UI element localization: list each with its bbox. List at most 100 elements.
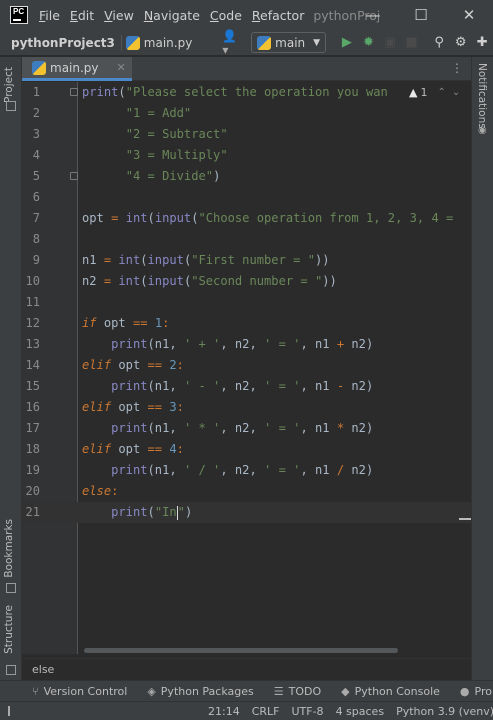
chevron-down-icon[interactable]: ⌄ [452,87,460,98]
run-icon[interactable]: ▶ [336,30,358,56]
code-line[interactable]: print(n1, ' * ', n2, ' = ', n1 * n2) [82,418,373,439]
plugin-icon[interactable]: ✚ [471,30,493,56]
inspection-count: 1 [420,86,428,99]
status-bar: 21:14 CRLF UTF-8 4 spaces Python 3.9 (ve… [0,701,493,720]
code-editor[interactable]: print("Please select the operation you w… [78,82,471,654]
line-number: 17 [25,421,40,435]
line-number: 9 [32,253,40,267]
problems-icon: ● [459,684,470,698]
code-line[interactable]: opt = int(input("Choose operation from 1… [82,208,461,229]
line-ending[interactable]: CRLF [246,705,286,718]
tool-window-label: Version Control [43,684,128,698]
tool-window-todo[interactable]: ☰ TODO [264,685,331,698]
fold-icon[interactable] [70,172,78,180]
code-line[interactable]: "4 = Divide") [82,166,221,187]
line-number: 4 [32,148,40,162]
user-icon[interactable]: 👤▾ [222,29,241,57]
breadcrumb-file[interactable]: main.py [125,35,193,50]
run-configuration-select[interactable]: main ▼ [251,32,327,53]
python-packages-icon: ◈ [147,684,156,698]
title-bar: PC File Edit View Navigate Code Refactor… [0,0,493,30]
left-tool-stripe: Project Bookmarks Structure [0,57,22,680]
code-line[interactable]: print(n1, ' - ', n2, ' = ', n1 - n2) [82,376,373,397]
line-number-gutter[interactable]: 1 2 3 4 5 6 7 8 9 10 11 12 13 14 15 16 17 18 19 20 21 [22,82,78,654]
minimize-button[interactable]: — [349,0,397,30]
editor-tab-bar: main.py ✕ ⋮ [22,57,471,81]
code-line[interactable]: elif opt == 4: [82,439,184,460]
code-line[interactable]: elif opt == 3: [82,397,184,418]
coverage-icon[interactable]: ▣ [379,30,401,56]
tab-label: main.py [50,60,99,75]
line-number: 10 [25,274,40,288]
breadcrumb-separator [120,34,122,51]
code-line[interactable]: print(n1, ' / ', n2, ' = ', n1 / n2) [82,460,373,481]
more-tabs-icon[interactable]: ⋮ [451,61,463,75]
gear-icon[interactable]: ⚙ [450,30,472,56]
bookmarks-tool-tab[interactable]: Bookmarks [3,519,15,578]
notifications-tool-tab[interactable]: Notifications [476,63,488,129]
horizontal-scrollbar[interactable] [84,648,398,653]
maximize-button[interactable]: ☐ [397,0,445,30]
caret-position[interactable]: 21:14 [202,705,246,718]
layout-toggle-icon[interactable] [8,706,10,716]
line-number: 5 [32,169,40,183]
menu-refactor[interactable]: Refactor [247,8,309,23]
menu-file[interactable]: File [34,8,65,23]
structure-icon [6,665,16,675]
right-tool-stripe: ◉ Notifications [471,57,493,680]
menu-edit[interactable]: Edit [65,8,99,23]
line-number: 12 [25,316,40,330]
breadcrumb-file-label: main.py [143,35,193,50]
tab-main-py[interactable]: main.py ✕ [22,57,132,81]
line-number: 14 [25,358,40,372]
line-number: 2 [32,106,40,120]
code-line[interactable]: else: [82,481,118,502]
chevron-up-icon[interactable]: ⌃ [437,87,445,98]
structure-tool-tab[interactable]: Structure [3,605,15,654]
tool-window-problems[interactable]: ● Proble [450,685,493,698]
version-control-icon: ⑂ [32,684,39,698]
navigation-bar: pythonProject3 main.py 👤▾ main ▼ ▶ ✹ ▣ ■… [0,29,493,57]
debug-icon[interactable]: ✹ [358,30,380,56]
close-tab-icon[interactable]: ✕ [117,61,126,74]
code-line[interactable]: print(n1, ' + ', n2, ' = ', n1 + n2) [82,334,373,355]
tool-window-python-packages[interactable]: ◈ Python Packages [137,685,263,698]
main-menu: File Edit View Navigate Code Refactor [34,8,309,23]
python-interpreter[interactable]: Python 3.9 (venv) [390,705,493,718]
warning-icon: ▲ [409,86,418,99]
tool-window-version-control[interactable]: ⑂ Version Control [0,685,137,698]
tool-window-python-console[interactable]: ◆ Python Console [331,685,450,698]
code-line[interactable]: "3 = Multiply" [82,145,228,166]
code-line[interactable]: elif opt == 2: [82,355,184,376]
breadcrumb-project[interactable]: pythonProject3 [11,36,115,50]
bookmark-icon [6,583,16,593]
line-number: 19 [25,463,40,477]
run-configuration-label: main [275,35,306,50]
code-line[interactable]: "1 = Add" [82,103,192,124]
todo-icon: ☰ [273,684,284,698]
project-tool-tab[interactable]: Project [3,67,15,103]
indent-setting[interactable]: 4 spaces [330,705,391,718]
chevron-down-icon: ▼ [313,37,321,48]
code-line[interactable]: if opt == 1: [82,313,169,334]
code-line[interactable]: print("In") [82,502,192,523]
menu-view[interactable]: View [99,8,139,23]
close-button[interactable]: ✕ [445,0,493,30]
code-line[interactable]: n1 = int(input("First number = ")) [82,250,330,271]
file-encoding[interactable]: UTF-8 [285,705,329,718]
search-icon[interactable]: ⚲ [428,30,450,56]
python-console-icon: ◆ [341,684,350,698]
menu-navigate[interactable]: Navigate [139,8,205,23]
tool-window-label: Proble [474,684,493,698]
line-number: 8 [32,232,40,246]
code-line[interactable]: n2 = int(input("Second number = ")) [82,271,337,292]
python-file-icon [125,35,140,50]
fold-icon[interactable] [70,88,78,96]
python-config-icon [257,35,272,50]
inspection-widget[interactable]: ▲ 1 ⌃ ⌄ [405,82,471,103]
stop-icon[interactable]: ■ [401,30,423,56]
code-breadcrumb[interactable]: else [22,658,471,680]
code-line[interactable]: print("Please select the operation you w… [82,82,388,103]
menu-code[interactable]: Code [205,8,247,23]
code-line[interactable]: "2 = Subtract" [82,124,228,145]
